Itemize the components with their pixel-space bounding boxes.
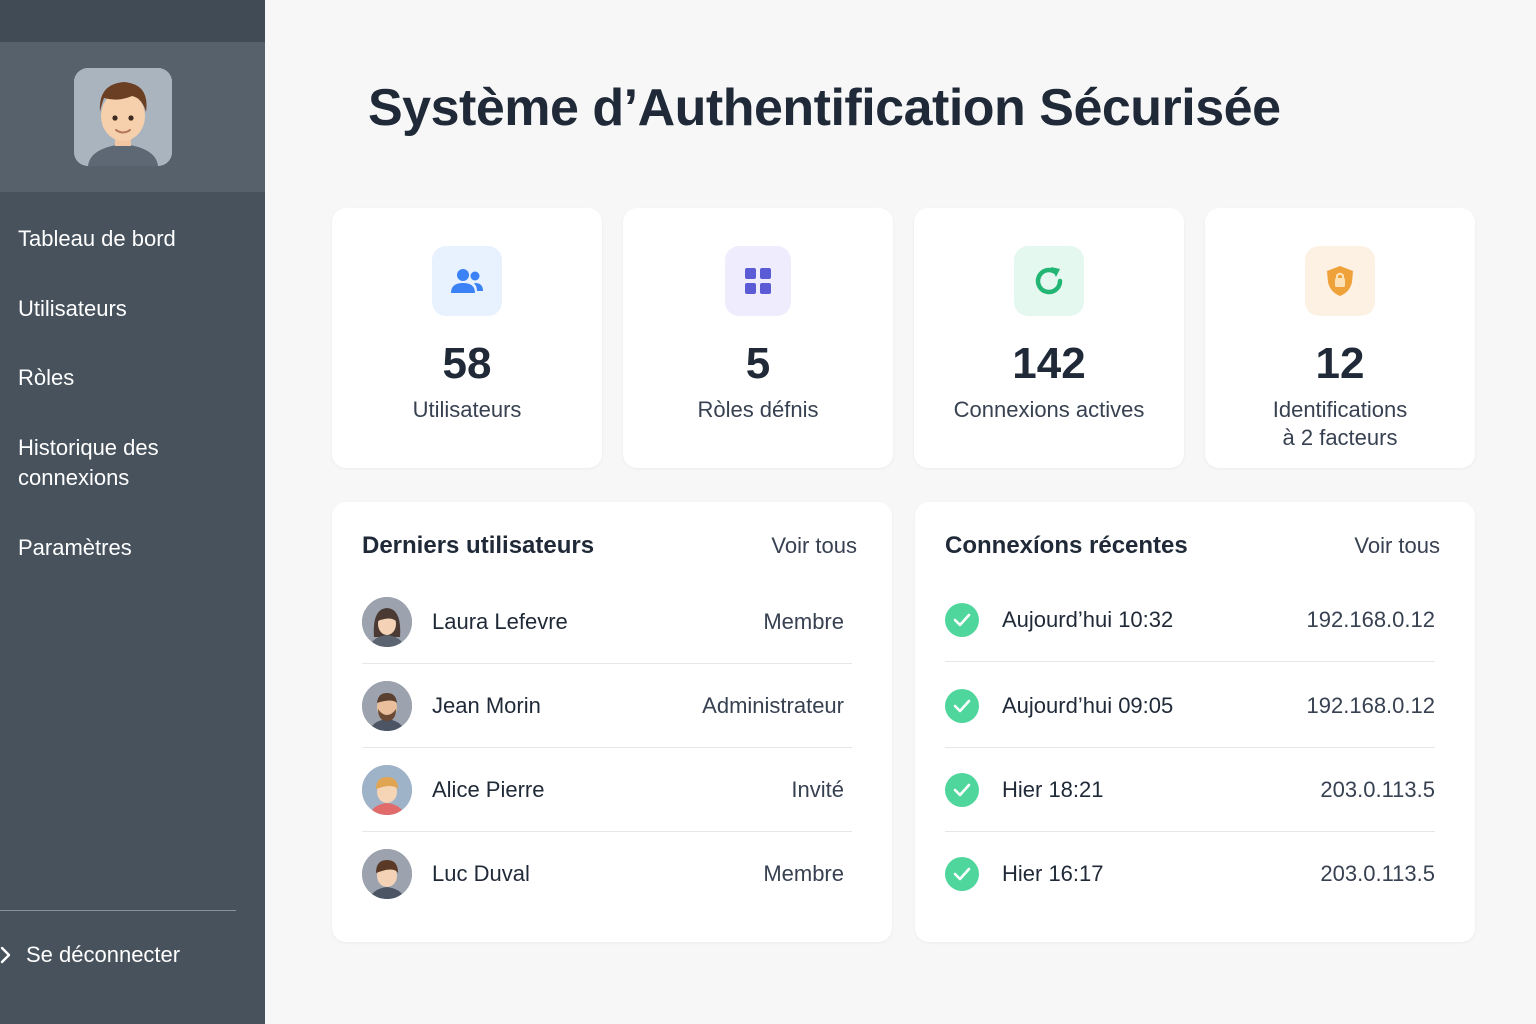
user-row-left: Jean Morin [362,680,541,731]
sidebar-item-settings[interactable]: Paramètres [0,533,132,563]
sidebar-item-roles[interactable]: Ròles [0,363,74,393]
see-all-users-link[interactable]: Voir tous [771,533,857,559]
see-all-connections-link[interactable]: Voir tous [1354,533,1440,559]
sidebar-item-login-history[interactable]: Historique des connexions [0,433,240,493]
stat-label: Identifications à 2 facteurs [1205,396,1475,452]
connection-time: Hier 18:21 [1002,776,1104,802]
user-role: Invité [791,776,844,802]
user-row-left: Laura Lefevre [362,596,568,647]
stat-value: 58 [442,339,492,388]
stat-value: 5 [745,339,771,388]
check-circle-icon [945,688,979,723]
avatar [362,764,412,815]
stat-card-users[interactable]: 58 Utilisateurs [332,208,602,468]
check-circle-icon [945,602,979,637]
stat-value: 142 [1012,339,1086,388]
latest-users-panel: Derniers utilisateurs Voir tous Laura Le… [332,502,892,942]
user-row[interactable]: Laura Lefevre Membre [362,580,852,664]
avatar [362,849,412,899]
connection-time: Aujourd’hui 09:05 [1002,692,1174,718]
user-role: Administrateur [702,692,844,718]
user-role: Membre [763,608,844,634]
connection-row[interactable]: Hier 18:21 203.0.113.5 [945,748,1435,832]
sidebar-item-dashboard[interactable]: Tableau de bord [0,224,176,254]
shield-icon [1305,246,1375,316]
connection-ip: 192.168.0.12 [1306,606,1435,632]
panel-title: Connexíons récentes [945,532,1188,559]
user-name: Alice Pierre [432,776,545,802]
connection-row-left: Hier 16:17 [945,857,1104,891]
logout-label: Se déconnecter [26,942,181,967]
sidebar-divider [0,910,236,911]
users-icon [432,246,502,316]
refresh-icon [1014,246,1084,316]
user-role: Membre [763,861,844,886]
panel-header: Derniers utilisateurs Voir tous [362,532,857,560]
check-circle-icon [945,857,979,891]
panel-title: Derniers utilisateurs [362,532,595,559]
connection-time: Hier 16:17 [1002,861,1104,886]
check-circle-icon [945,772,979,807]
logout-button[interactable]: Se déconnecter [0,940,180,970]
user-row[interactable]: Alice Pierre Invité [362,748,852,832]
connection-row[interactable]: Aujourd’hui 10:32 192.168.0.12 [945,578,1435,662]
user-avatar-icon[interactable] [73,68,172,166]
stat-label-line: Identifications [1272,397,1408,422]
connection-ip: 203.0.113.5 [1320,861,1435,886]
panel-header: Connexíons récentes Voir tous [945,532,1440,560]
sidebar-top-strip [0,0,265,42]
stat-card-2fa[interactable]: 12 Identifications à 2 facteurs [1205,208,1475,468]
connection-row-left: Aujourd’hui 09:05 [945,688,1174,723]
profile-block [0,42,265,192]
user-row-left: Alice Pierre [362,764,545,815]
user-row-left: Luc Duval [362,849,530,899]
avatar [362,596,412,647]
stat-label: Connexions actives [953,397,1145,422]
connection-row[interactable]: Aujourd’hui 09:05 192.168.0.12 [945,664,1435,748]
stat-card-roles[interactable]: 5 Ròles défnis [623,208,893,468]
grid-icon [725,246,791,316]
user-name: Luc Duval [432,861,530,886]
user-name: Laura Lefevre [432,608,568,634]
stat-label: Ròles défnis [697,397,819,422]
connection-row-left: Hier 18:21 [945,772,1104,807]
recent-connections-panel: Connexíons récentes Voir tous Aujourd’hu… [915,502,1475,942]
connection-row-left: Aujourd’hui 10:32 [945,602,1174,637]
user-row[interactable]: Jean Morin Administrateur [362,664,852,748]
sidebar-item-users[interactable]: Utilisateurs [0,294,127,324]
user-name: Jean Morin [432,692,541,718]
connection-ip: 192.168.0.12 [1306,692,1435,718]
avatar [362,680,412,731]
sidebar: Tableau de bord Utilisateurs Ròles Histo… [0,0,265,1024]
stat-card-connections[interactable]: 142 Connexions actives [914,208,1184,468]
chevron-right-icon [0,940,26,970]
stat-value: 12 [1315,339,1365,388]
page-title: Système d’Authentification Sécurisée [368,79,1281,137]
connection-ip: 203.0.113.5 [1320,776,1435,802]
connection-time: Aujourd’hui 10:32 [1002,606,1174,632]
user-row[interactable]: Luc Duval Membre [362,832,852,916]
connection-row[interactable]: Hier 16:17 203.0.113.5 [945,832,1435,916]
stat-label: Utilisateurs [412,397,522,422]
stat-label-line: à 2 facteurs [1282,425,1398,450]
